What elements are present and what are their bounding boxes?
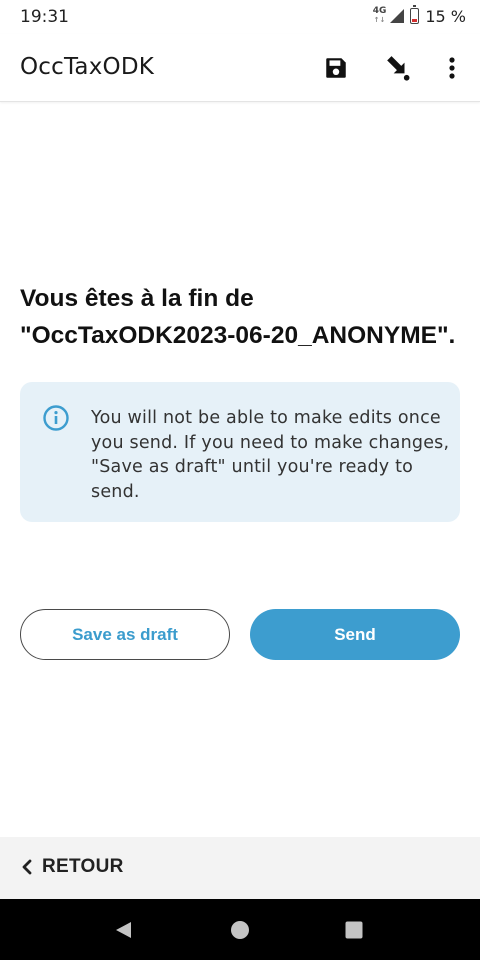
app-bar: OccTaxODK (0, 34, 480, 102)
status-bar: 19:31 4G ↑↓ 15 % (0, 0, 480, 34)
network-type-label: 4G (372, 6, 387, 16)
app-title: OccTaxODK (20, 54, 155, 80)
info-icon (43, 405, 69, 431)
send-button[interactable]: Send (250, 609, 460, 660)
info-box: You will not be able to make edits once … (20, 382, 460, 522)
nav-home-icon[interactable] (228, 918, 252, 942)
signal-icon (390, 9, 405, 23)
battery-icon (410, 5, 420, 24)
more-vert-icon[interactable] (436, 52, 468, 84)
info-text: You will not be able to make edits once … (91, 408, 450, 502)
retour-label: RETOUR (42, 856, 124, 877)
retour-button[interactable]: RETOUR (20, 856, 124, 878)
save-icon[interactable] (320, 52, 352, 84)
jump-icon[interactable] (382, 52, 414, 84)
nav-back-icon[interactable] (112, 918, 136, 942)
footer-bar: RETOUR (0, 837, 480, 899)
network-type-icon: 4G ↑↓ (373, 7, 387, 25)
nav-recent-apps-icon[interactable] (342, 918, 366, 942)
battery-percent: 15 % (425, 6, 466, 26)
form-end-title: Vous êtes à la fin de "OccTaxODK2023-06-… (20, 285, 456, 349)
system-nav-bar (0, 899, 480, 960)
status-icons: 4G ↑↓ 15 % (373, 5, 466, 27)
network-arrows: ↑↓ (373, 16, 386, 24)
save-as-draft-button[interactable]: Save as draft (20, 609, 230, 660)
status-time: 19:31 (20, 7, 69, 27)
chevron-left-icon (22, 859, 32, 875)
